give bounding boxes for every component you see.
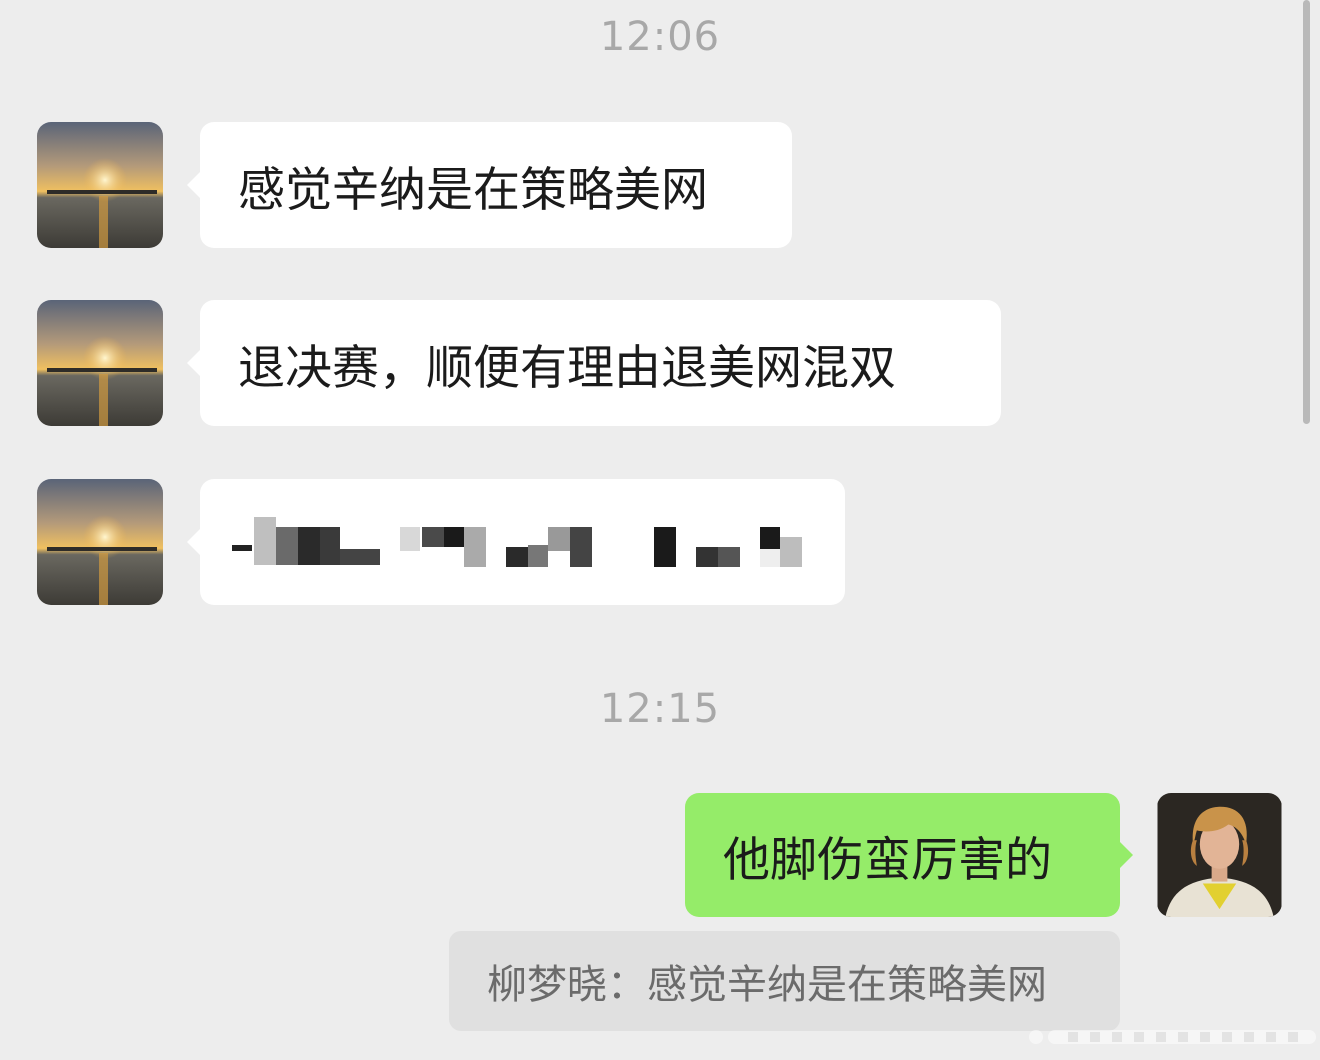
message-text: 退决赛，顺便有理由退美网混双 xyxy=(238,340,896,396)
sunset-photo-avatar xyxy=(37,479,163,605)
message-bubble-incoming[interactable]: 感觉辛纳是在策略美网 xyxy=(187,122,792,248)
blond-man-photo-avatar xyxy=(1157,793,1282,917)
contact-avatar[interactable] xyxy=(37,300,163,426)
watermark-logo xyxy=(1029,1030,1316,1044)
message-bubble-incoming[interactable]: 退决赛，顺便有理由退美网混双 xyxy=(187,300,1001,426)
user-avatar[interactable] xyxy=(1157,793,1282,917)
message-bubble-obscured[interactable] xyxy=(187,479,845,605)
timestamp: 12:15 xyxy=(599,686,721,732)
contact-avatar[interactable] xyxy=(37,122,163,248)
scrollbar[interactable] xyxy=(1303,0,1310,424)
sunset-photo-avatar xyxy=(37,122,163,248)
quoted-message-text: 柳梦晓：感觉辛纳是在策略美网 xyxy=(487,962,1047,1008)
message-text: 他脚伤蛮厉害的 xyxy=(723,832,1052,888)
message-bubble-outgoing[interactable]: 他脚伤蛮厉害的 xyxy=(685,793,1133,917)
sunset-photo-avatar xyxy=(37,300,163,426)
message-text: 感觉辛纳是在策略美网 xyxy=(238,162,708,218)
timestamp: 12:06 xyxy=(599,14,721,60)
redaction-mosaic xyxy=(200,479,845,605)
contact-avatar[interactable] xyxy=(37,479,163,605)
quoted-message[interactable]: 柳梦晓：感觉辛纳是在策略美网 xyxy=(449,931,1120,1031)
